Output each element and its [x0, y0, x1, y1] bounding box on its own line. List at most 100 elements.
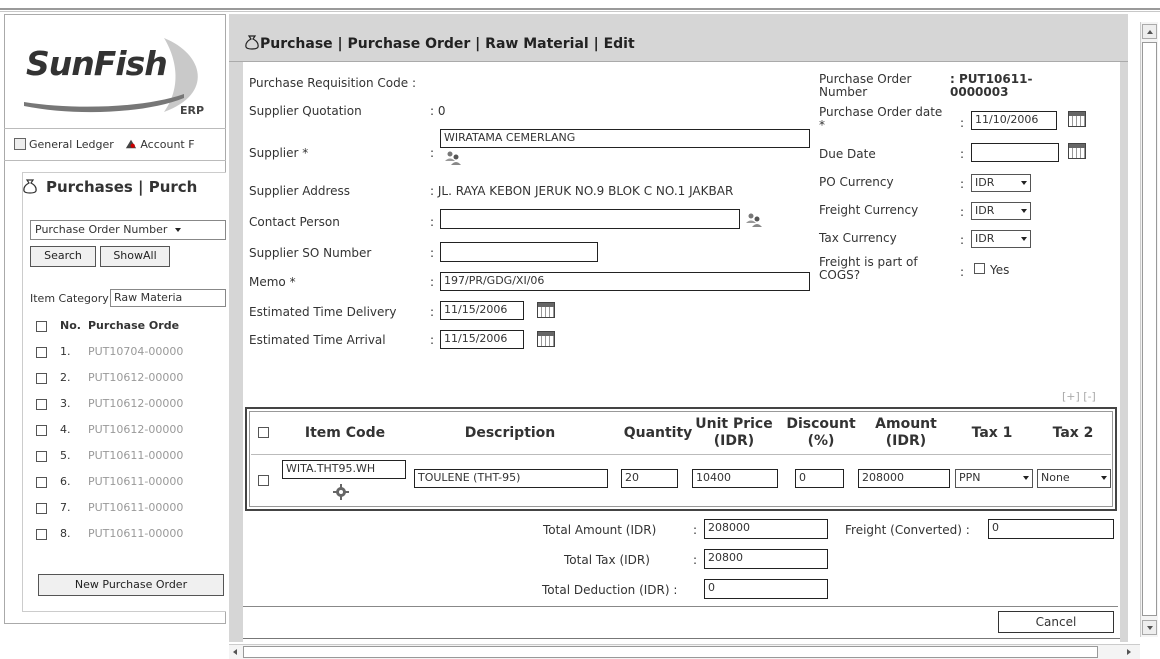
supplier-so-field[interactable]: [440, 242, 598, 262]
contact-lookup-icon[interactable]: [745, 212, 763, 228]
colon: :: [960, 233, 965, 247]
total-amount-field: 208000: [704, 519, 828, 539]
table-row[interactable]: 8. PUT10611-00000: [30, 524, 226, 550]
dialog-title: Purchase | Purchase Order | Raw Material…: [260, 36, 635, 52]
divider: [243, 606, 1118, 607]
divider: [4, 128, 226, 129]
colon: :: [430, 246, 435, 260]
po-currency-label: PO Currency: [819, 175, 894, 189]
search-button[interactable]: Search: [30, 246, 96, 267]
due-date-label: Due Date: [819, 147, 876, 161]
gear-icon[interactable]: [333, 484, 349, 500]
colon: :: [430, 275, 435, 289]
table-row[interactable]: 2. PUT10612-00000: [30, 368, 226, 394]
moneybag-icon: [23, 179, 37, 194]
row-checkbox[interactable]: [36, 347, 47, 358]
chevron-down-icon: [1021, 209, 1027, 213]
due-date-field[interactable]: [971, 143, 1059, 162]
calendar-icon[interactable]: [1068, 143, 1086, 159]
add-remove-row-links[interactable]: [+] [-]: [1062, 390, 1096, 403]
item-category-select[interactable]: Raw Materia: [110, 289, 226, 307]
table-row[interactable]: 7. PUT10611-00000: [30, 498, 226, 524]
supplier-so-label: Supplier SO Number: [249, 246, 372, 260]
description-field[interactable]: TOULENE (THT-95): [414, 469, 608, 488]
freight-converted-field[interactable]: 0: [988, 519, 1114, 539]
freight-cogs-yes-label: Yes: [990, 263, 1010, 277]
chevron-down-icon: [1021, 181, 1027, 185]
scroll-left-arrow-icon[interactable]: [233, 649, 237, 655]
po-currency-select[interactable]: IDR: [971, 174, 1031, 192]
supplier-lookup-icon[interactable]: [444, 150, 462, 166]
discount-field[interactable]: 0: [795, 469, 844, 488]
new-purchase-order-button[interactable]: New Purchase Order: [38, 574, 224, 596]
search-type-select[interactable]: Purchase Order Number: [30, 220, 226, 240]
colon: :: [960, 116, 965, 130]
table-row[interactable]: 3. PUT10612-00000: [30, 394, 226, 420]
item-code-field[interactable]: WITA.THT95.WH: [282, 460, 406, 479]
dialog-titlebar[interactable]: Purchase | Purchase Order | Raw Material…: [229, 14, 1128, 62]
po-date-field[interactable]: 11/10/2006: [971, 111, 1057, 130]
calendar-icon[interactable]: [537, 331, 555, 347]
top-border-inner: [0, 11, 1160, 12]
eta-label: Estimated Time Arrival: [249, 333, 386, 347]
etd-field[interactable]: 11/15/2006: [440, 301, 524, 320]
eta-field[interactable]: 11/15/2006: [440, 330, 524, 349]
table-row[interactable]: 5. PUT10611-00000: [30, 446, 226, 472]
module-nav: General Ledger Account F: [14, 137, 226, 157]
select-all-checkbox[interactable]: [36, 321, 47, 332]
scroll-right-arrow-icon[interactable]: [1127, 649, 1131, 655]
freight-cogs-checkbox[interactable]: [974, 263, 985, 274]
select-all-items-checkbox[interactable]: [258, 427, 269, 438]
po-number-value: : PUT10611- 0000003: [950, 72, 1033, 99]
cancel-button[interactable]: Cancel: [998, 611, 1114, 633]
divider: [4, 160, 226, 161]
nav-general-ledger[interactable]: General Ledger: [29, 138, 114, 151]
contact-person-field[interactable]: [440, 209, 740, 229]
scroll-thumb[interactable]: [1142, 42, 1157, 616]
unit-price-field[interactable]: 10400: [692, 469, 778, 488]
table-header: No. Purchase Orde: [30, 316, 226, 342]
col-amount: Amount (IDR): [875, 416, 937, 449]
row-checkbox[interactable]: [36, 373, 47, 384]
scroll-down-arrow-icon[interactable]: [1142, 620, 1157, 635]
memo-field[interactable]: 197/PR/GDG/XI/06: [440, 272, 810, 291]
top-border: [0, 8, 1160, 10]
tax2-select[interactable]: None: [1037, 469, 1111, 488]
showall-button[interactable]: ShowAll: [100, 246, 170, 267]
supplier-label: Supplier *: [249, 146, 309, 160]
po-list-table: No. Purchase Orde 1. PUT10704-00000 2. PUT…: [30, 316, 226, 550]
row-checkbox[interactable]: [36, 425, 47, 436]
item-row-checkbox[interactable]: [258, 475, 269, 486]
row-checkbox[interactable]: [36, 451, 47, 462]
amount-field[interactable]: 208000: [858, 469, 950, 488]
chevron-down-icon: [1021, 237, 1027, 241]
quantity-field[interactable]: 20: [621, 469, 678, 488]
tax-currency-select[interactable]: IDR: [971, 230, 1031, 248]
memo-label: Memo *: [249, 275, 296, 289]
scroll-thumb[interactable]: [243, 646, 1098, 658]
table-row[interactable]: 4. PUT10612-00000: [30, 420, 226, 446]
scroll-up-arrow-icon[interactable]: [1142, 24, 1157, 39]
colon: :: [960, 177, 965, 191]
freight-currency-select[interactable]: IDR: [971, 202, 1031, 220]
vertical-scrollbar[interactable]: [1140, 22, 1158, 637]
table-row[interactable]: 6. PUT10611-00000: [30, 472, 226, 498]
row-checkbox[interactable]: [36, 477, 47, 488]
calendar-icon[interactable]: [1068, 111, 1086, 127]
item-category-label: Item Category: [30, 292, 109, 305]
total-deduction-field: 0: [704, 579, 828, 599]
account-icon: [126, 139, 137, 149]
calendar-icon[interactable]: [537, 302, 555, 318]
tax1-select[interactable]: PPN: [955, 469, 1033, 488]
supplier-address-label: Supplier Address: [249, 184, 351, 198]
nav-account[interactable]: Account F: [140, 138, 194, 151]
row-checkbox[interactable]: [36, 529, 47, 540]
row-checkbox[interactable]: [36, 503, 47, 514]
row-checkbox[interactable]: [36, 399, 47, 410]
horizontal-scrollbar[interactable]: [229, 644, 1140, 659]
moneybag-icon: [245, 35, 259, 50]
table-row[interactable]: 1. PUT10704-00000: [30, 342, 226, 368]
supplier-field[interactable]: WIRATAMA CEMERLANG: [440, 129, 810, 148]
supplier-quotation-value: : 0: [430, 104, 446, 118]
logo-erp: ERP: [180, 104, 205, 117]
